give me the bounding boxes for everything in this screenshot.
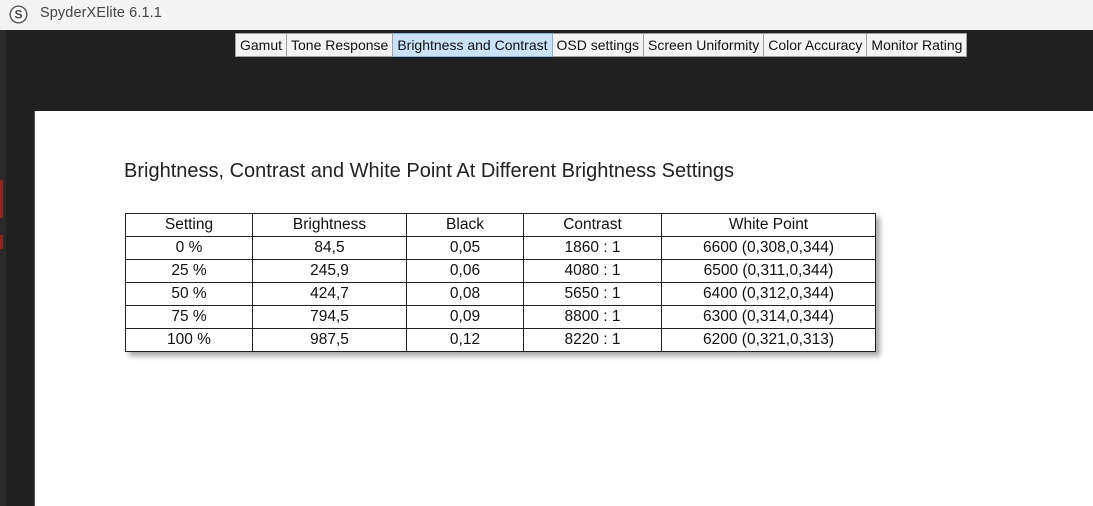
table-header-row: Setting Brightness Black Contrast White … (125, 213, 876, 237)
cell-contrast: 5650 : 1 (523, 282, 662, 306)
brightness-table: Setting Brightness Black Contrast White … (125, 213, 876, 352)
window-title: SpyderXElite 6.1.1 (40, 5, 162, 21)
cell-brightness: 987,5 (252, 328, 407, 352)
table-row: 100 % 987,5 0,12 8220 : 1 6200 (0,321,0,… (125, 328, 876, 352)
tab-brightness-and-contrast[interactable]: Brightness and Contrast (393, 33, 553, 57)
title-bar: S SpyderXElite 6.1.1 (0, 0, 1093, 30)
cell-setting: 0 % (125, 236, 253, 260)
cell-contrast: 8220 : 1 (523, 328, 662, 352)
tab-gamut[interactable]: Gamut (235, 33, 288, 57)
cell-brightness: 424,7 (252, 282, 407, 306)
spyder-s-icon: S (9, 5, 28, 24)
cell-setting: 100 % (125, 328, 253, 352)
left-window-edge (0, 30, 6, 506)
column-header-contrast: Contrast (523, 213, 662, 237)
table-row: 0 % 84,5 0,05 1860 : 1 6600 (0,308,0,344… (125, 236, 876, 260)
cell-brightness: 84,5 (252, 236, 407, 260)
edge-accent (0, 235, 3, 249)
tab-tone-response[interactable]: Tone Response (287, 33, 394, 57)
column-header-setting: Setting (125, 213, 253, 237)
page-title: Brightness, Contrast and White Point At … (124, 160, 734, 182)
tab-screen-uniformity[interactable]: Screen Uniformity (644, 33, 765, 57)
report-tab-bar: Gamut Tone Response Brightness and Contr… (235, 33, 968, 57)
table-row: 75 % 794,5 0,09 8800 : 1 6300 (0,314,0,3… (125, 305, 876, 329)
column-header-white-point: White Point (661, 213, 876, 237)
cell-white-point: 6600 (0,308,0,344) (661, 236, 876, 260)
cell-brightness: 245,9 (252, 259, 407, 283)
cell-black: 0,05 (406, 236, 524, 260)
cell-white-point: 6500 (0,311,0,344) (661, 259, 876, 283)
column-header-brightness: Brightness (252, 213, 407, 237)
edge-accent (0, 180, 3, 218)
cell-black: 0,06 (406, 259, 524, 283)
cell-white-point: 6200 (0,321,0,313) (661, 328, 876, 352)
cell-contrast: 4080 : 1 (523, 259, 662, 283)
cell-white-point: 6300 (0,314,0,344) (661, 305, 876, 329)
tab-color-accuracy[interactable]: Color Accuracy (764, 33, 868, 57)
cell-setting: 75 % (125, 305, 253, 329)
report-page: Brightness, Contrast and White Point At … (34, 111, 1093, 506)
cell-contrast: 1860 : 1 (523, 236, 662, 260)
column-header-black: Black (406, 213, 524, 237)
cell-black: 0,08 (406, 282, 524, 306)
table-row: 50 % 424,7 0,08 5650 : 1 6400 (0,312,0,3… (125, 282, 876, 306)
cell-setting: 25 % (125, 259, 253, 283)
table-row: 25 % 245,9 0,06 4080 : 1 6500 (0,311,0,3… (125, 259, 876, 283)
cell-white-point: 6400 (0,312,0,344) (661, 282, 876, 306)
svg-text:S: S (14, 8, 22, 22)
cell-brightness: 794,5 (252, 305, 407, 329)
cell-black: 0,12 (406, 328, 524, 352)
tab-monitor-rating[interactable]: Monitor Rating (867, 33, 968, 57)
cell-setting: 50 % (125, 282, 253, 306)
cell-black: 0,09 (406, 305, 524, 329)
tab-osd-settings[interactable]: OSD settings (552, 33, 644, 57)
cell-contrast: 8800 : 1 (523, 305, 662, 329)
